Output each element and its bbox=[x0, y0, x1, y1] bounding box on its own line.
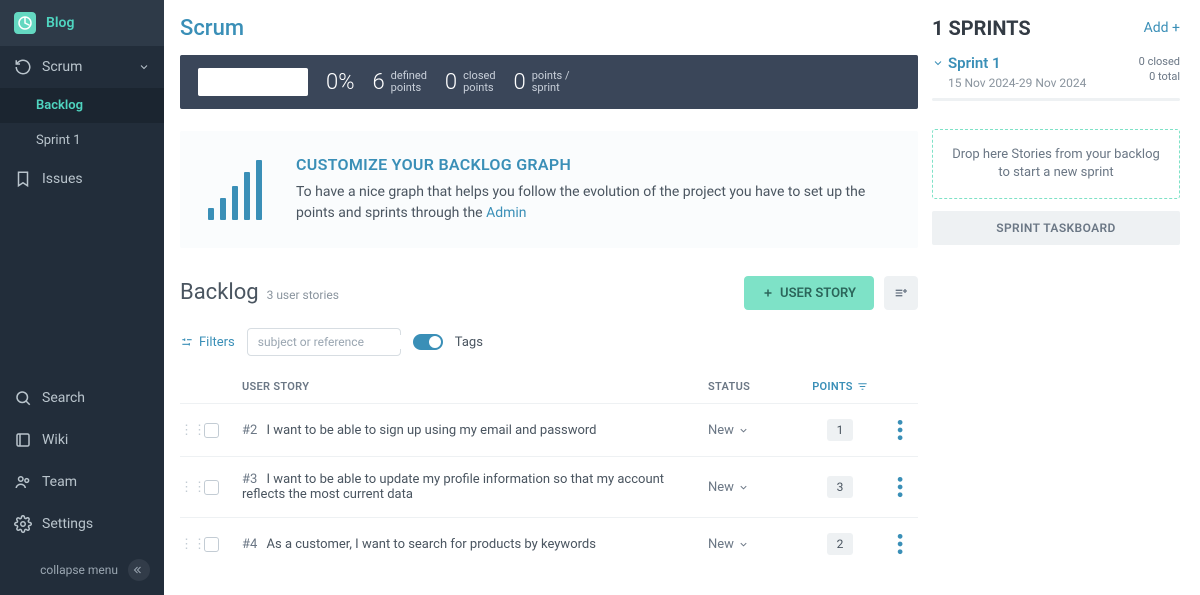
story-row: ⋮⋮ #4 As a customer, I want to search fo… bbox=[180, 517, 918, 570]
col-status: STATUS bbox=[708, 380, 798, 393]
progress-box bbox=[198, 68, 308, 96]
sprint-total: 0 total bbox=[1139, 69, 1180, 84]
search-input[interactable] bbox=[258, 335, 414, 349]
bulk-add-button[interactable] bbox=[884, 276, 918, 310]
sidebar-label-search: Search bbox=[42, 390, 85, 406]
collapse-menu[interactable]: collapse menu bbox=[0, 545, 164, 595]
sidebar-label-wiki: Wiki bbox=[42, 432, 68, 448]
metric-closed: 0 closedpoints bbox=[445, 70, 496, 95]
story-checkbox[interactable] bbox=[204, 537, 219, 552]
story-row: ⋮⋮ #3 I want to be able to update my pro… bbox=[180, 456, 918, 517]
story-subject[interactable]: I want to be able to update my profile i… bbox=[242, 472, 664, 502]
customize-title: CUSTOMIZE YOUR BACKLOG GRAPH bbox=[296, 155, 890, 174]
sidebar-item-scrum[interactable]: Scrum bbox=[0, 46, 164, 88]
customize-text: To have a nice graph that helps you foll… bbox=[296, 182, 890, 224]
chevron-down-icon bbox=[738, 539, 749, 550]
story-status[interactable]: New bbox=[708, 480, 798, 495]
backlog-title: Backlog bbox=[180, 280, 259, 305]
team-icon bbox=[14, 473, 32, 491]
sidebar-label-settings: Settings bbox=[42, 516, 93, 532]
story-ref[interactable]: #4 bbox=[242, 537, 257, 552]
metric-defined: 6 definedpoints bbox=[372, 70, 426, 95]
sidebar-item-wiki[interactable]: Wiki bbox=[0, 419, 164, 461]
story-checkbox[interactable] bbox=[204, 480, 219, 495]
refresh-icon bbox=[14, 58, 32, 76]
list-plus-icon bbox=[893, 285, 909, 301]
sprint-name[interactable]: Sprint 1 bbox=[932, 54, 1086, 72]
sidebar-label-team: Team bbox=[42, 474, 77, 490]
sidebar-item-search[interactable]: Search bbox=[0, 377, 164, 419]
story-checkbox[interactable] bbox=[204, 423, 219, 438]
customize-card: CUSTOMIZE YOUR BACKLOG GRAPH To have a n… bbox=[180, 131, 918, 248]
sidebar: Blog Scrum Backlog Sprint 1 Issues Searc… bbox=[0, 0, 164, 595]
story-ref[interactable]: #2 bbox=[242, 423, 257, 438]
page-title: Scrum bbox=[180, 16, 918, 41]
backlog-count: 3 user stories bbox=[267, 288, 339, 302]
bars-graphic-icon bbox=[208, 160, 262, 220]
story-points[interactable]: 1 bbox=[827, 419, 854, 441]
table-header: USER STORY STATUS POINTS bbox=[180, 356, 918, 403]
drag-handle-icon[interactable]: ⋮⋮ bbox=[180, 423, 204, 438]
sidebar-item-settings[interactable]: Settings bbox=[0, 503, 164, 545]
kebab-icon[interactable]: ●●● bbox=[894, 419, 907, 442]
chevron-down-icon bbox=[738, 482, 749, 493]
sprint-taskboard-button[interactable]: SPRINT TASKBOARD bbox=[932, 211, 1180, 245]
sidebar-label-blog: Blog bbox=[46, 15, 74, 31]
story-status[interactable]: New bbox=[708, 423, 798, 438]
story-subject[interactable]: As a customer, I want to search for prod… bbox=[267, 537, 596, 552]
tags-toggle[interactable] bbox=[413, 334, 443, 350]
main: Scrum 0% 6 definedpoints 0 closedpoints … bbox=[164, 0, 1200, 595]
tags-label: Tags bbox=[455, 335, 483, 350]
sidebar-label-scrum: Scrum bbox=[42, 59, 82, 75]
add-user-story-button[interactable]: USER STORY bbox=[744, 276, 874, 310]
sidebar-item-blog[interactable]: Blog bbox=[0, 0, 164, 46]
bookmark-icon bbox=[14, 170, 32, 188]
kebab-icon[interactable]: ●●● bbox=[894, 533, 907, 556]
plus-icon bbox=[762, 287, 774, 299]
project-logo bbox=[14, 12, 36, 34]
search-box[interactable] bbox=[247, 328, 401, 356]
drag-handle-icon[interactable]: ⋮⋮ bbox=[180, 537, 204, 552]
add-sprint-link[interactable]: Add + bbox=[1144, 20, 1180, 36]
chevron-down-icon bbox=[738, 425, 749, 436]
stats-bar: 0% 6 definedpoints 0 closedpoints 0 poin… bbox=[180, 55, 918, 109]
story-subject[interactable]: I want to be able to sign up using my em… bbox=[267, 423, 597, 438]
story-points[interactable]: 2 bbox=[827, 533, 854, 555]
col-points[interactable]: POINTS bbox=[798, 380, 882, 393]
story-points[interactable]: 3 bbox=[827, 476, 854, 498]
sidebar-item-issues[interactable]: Issues bbox=[0, 158, 164, 200]
sprint-dropzone[interactable]: Drop here Stories from your backlog to s… bbox=[932, 129, 1180, 199]
gear-icon bbox=[14, 515, 32, 533]
sprints-title: 1 SPRINTS bbox=[932, 16, 1031, 40]
filters-button[interactable]: Filters bbox=[180, 335, 235, 350]
sidebar-item-team[interactable]: Team bbox=[0, 461, 164, 503]
col-subject: USER STORY bbox=[230, 380, 708, 393]
story-row: ⋮⋮ #2 I want to be able to sign up using… bbox=[180, 403, 918, 456]
chevron-down-icon bbox=[138, 61, 150, 73]
collapse-label: collapse menu bbox=[40, 563, 118, 577]
story-ref[interactable]: #3 bbox=[242, 472, 257, 487]
sliders-icon bbox=[180, 335, 194, 349]
collapse-icon bbox=[128, 559, 150, 581]
admin-link[interactable]: Admin bbox=[486, 205, 526, 221]
sprint-closed: 0 closed bbox=[1139, 54, 1180, 69]
book-icon bbox=[14, 431, 32, 449]
sprint-card: Sprint 1 15 Nov 2024-29 Nov 2024 0 close… bbox=[932, 54, 1180, 111]
stats-percent: 0% bbox=[326, 70, 354, 95]
chevron-down-icon bbox=[932, 57, 944, 69]
kebab-icon[interactable]: ●●● bbox=[894, 476, 907, 499]
metric-points-sprint: 0 points /sprint bbox=[514, 70, 570, 95]
sprint-dates: 15 Nov 2024-29 Nov 2024 bbox=[948, 76, 1086, 90]
sidebar-subitem-sprint1[interactable]: Sprint 1 bbox=[0, 123, 164, 158]
sprint-progress bbox=[932, 98, 1180, 101]
drag-handle-icon[interactable]: ⋮⋮ bbox=[180, 480, 204, 495]
search-icon bbox=[14, 389, 32, 407]
sort-icon bbox=[857, 381, 868, 392]
sidebar-subitem-backlog[interactable]: Backlog bbox=[0, 88, 164, 123]
story-status[interactable]: New bbox=[708, 537, 798, 552]
sidebar-label-issues: Issues bbox=[42, 171, 83, 187]
